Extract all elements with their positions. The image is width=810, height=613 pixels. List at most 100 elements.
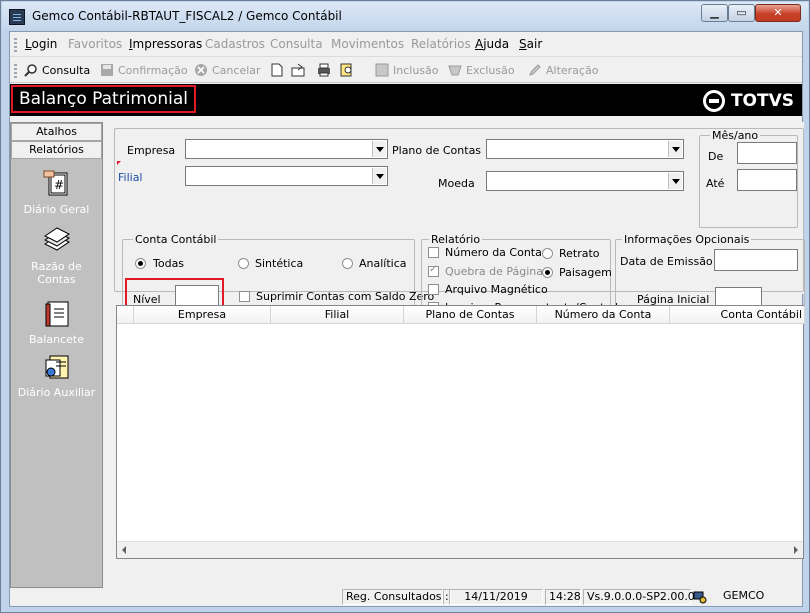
svg-text:#: #: [54, 178, 64, 192]
arquivo-magnetico-label: Arquivo Magnético: [445, 283, 548, 296]
filial-label: Filial: [118, 171, 143, 184]
chevron-down-icon[interactable]: [372, 141, 386, 157]
print-preview-button[interactable]: [340, 63, 358, 77]
scroll-right-icon[interactable]: [794, 546, 798, 554]
title-bar[interactable]: Gemco Contábil-RBTAUT_FISCAL2 / Gemco Co…: [2, 2, 808, 30]
alteracao-button[interactable]: Alteração: [528, 63, 598, 77]
inclusao-label: Inclusão: [393, 63, 439, 77]
add-record-icon: [375, 63, 389, 77]
toolbar-grip[interactable]: [14, 62, 17, 78]
delete-record-icon: [448, 63, 462, 77]
menu-impressoras[interactable]: Impressoras: [129, 37, 202, 51]
column-filial[interactable]: Filial: [271, 306, 404, 324]
inclusao-button[interactable]: Inclusão: [375, 63, 439, 77]
column-numero-conta[interactable]: Número da Conta: [537, 306, 670, 324]
sintetica-radio[interactable]: [238, 258, 249, 269]
sidebar-item-diario-auxiliar[interactable]: Diário Auxiliar: [11, 352, 102, 399]
relatorio-title: Relatório: [429, 233, 483, 246]
confirmacao-button[interactable]: Confirmação: [100, 63, 188, 77]
cancelar-button[interactable]: Cancelar: [194, 63, 261, 77]
mes-ano-ate-input[interactable]: [737, 169, 797, 191]
column-conta-contabil[interactable]: Conta Contábil: [670, 306, 805, 324]
empresa-label: Empresa: [127, 144, 176, 157]
chevron-down-icon[interactable]: [372, 168, 386, 184]
diario-geral-icon: #: [42, 169, 72, 199]
nivel-input[interactable]: [175, 285, 219, 307]
reg-consultados-label: Reg. Consultados :: [342, 589, 449, 605]
menu-login[interactable]: Login: [25, 37, 57, 51]
exclusao-button[interactable]: Exclusão: [448, 63, 515, 77]
mes-ano-de-input[interactable]: [737, 142, 797, 164]
print-preview-icon: [340, 63, 354, 77]
quebra-pagina-checkbox[interactable]: [428, 264, 439, 277]
new-document-icon: [270, 63, 284, 77]
razao-contas-icon: [42, 226, 72, 256]
status-bar: Reg. Consultados : 14/11/2019 14:28 Vs.9…: [10, 588, 802, 606]
menu-sair[interactable]: Sair: [519, 37, 542, 51]
quebra-pagina-label: Quebra de Página: [445, 265, 544, 278]
plano-contas-label: Plano de Contas: [392, 144, 482, 157]
sidebar-tab-relatorios[interactable]: Relatórios: [11, 141, 102, 159]
totvs-logo-icon: [702, 90, 725, 112]
menu-favoritos[interactable]: Favoritos: [68, 37, 122, 51]
export-button[interactable]: [291, 63, 309, 77]
numero-conta-checkbox[interactable]: [428, 247, 439, 258]
chevron-down-icon[interactable]: [668, 173, 682, 189]
status-system: GEMCO: [723, 589, 765, 602]
menu-ajuda[interactable]: Ajuda: [475, 37, 509, 51]
table-row-header[interactable]: [117, 306, 134, 324]
consulta-button[interactable]: Consulta: [24, 63, 90, 77]
empresa-select[interactable]: [185, 139, 388, 159]
filial-select[interactable]: [185, 166, 388, 186]
scroll-left-icon[interactable]: [122, 546, 126, 554]
ate-label: Até: [706, 177, 725, 190]
suprimir-checkbox[interactable]: [239, 291, 250, 302]
menu-bar: Login Favoritos Impressoras Cadastros Co…: [10, 32, 802, 57]
moeda-select[interactable]: [486, 171, 684, 191]
search-icon: [24, 63, 38, 77]
page-header: Balanço Patrimonial TOTVS: [10, 84, 802, 116]
minimize-button[interactable]: ▁: [701, 4, 728, 22]
sidebar-item-label: Balancete: [29, 333, 84, 346]
menu-movimentos[interactable]: Movimentos: [331, 37, 404, 51]
diario-auxiliar-icon: [42, 352, 72, 382]
column-empresa[interactable]: Empresa: [134, 306, 271, 324]
close-button[interactable]: ✕: [755, 4, 801, 22]
horizontal-scrollbar[interactable]: [117, 541, 803, 558]
edit-record-icon: [528, 63, 542, 77]
sidebar-item-razao-contas[interactable]: Razão de Contas: [11, 226, 102, 286]
cancelar-label: Cancelar: [212, 63, 261, 77]
sidebar-item-balancete[interactable]: Balancete: [11, 299, 102, 346]
alteracao-label: Alteração: [546, 63, 599, 77]
analitica-radio[interactable]: [342, 258, 353, 269]
plano-contas-select[interactable]: [486, 139, 684, 159]
totvs-logo-text: TOTVS: [730, 91, 794, 111]
results-table[interactable]: Empresa Filial Plano de Contas Número da…: [116, 305, 805, 559]
chevron-down-icon[interactable]: [668, 141, 682, 157]
menu-relatorios[interactable]: Relatórios: [411, 37, 471, 51]
arquivo-magnetico-checkbox[interactable]: [428, 284, 439, 295]
filter-form: Empresa Filial Plano de Contas Moeda Mês…: [108, 122, 805, 318]
page-title: Balanço Patrimonial: [11, 85, 197, 113]
numero-conta-label: Número da Conta: [445, 246, 542, 259]
retrato-label: Retrato: [559, 247, 600, 260]
export-icon: [291, 63, 305, 77]
mes-ano-title: Mês/ano: [710, 129, 761, 142]
new-document-button[interactable]: [270, 63, 288, 77]
conta-contabil-title: Conta Contábil: [133, 233, 219, 246]
retrato-radio[interactable]: [542, 248, 553, 259]
suprimir-label: Suprimir Contas com Saldo Zero: [256, 290, 435, 303]
menu-cadastros[interactable]: Cadastros: [205, 37, 265, 51]
maximize-button[interactable]: ▭: [728, 4, 755, 22]
status-date: 14/11/2019: [449, 589, 543, 605]
sidebar-item-diario-geral[interactable]: # Diário Geral: [11, 169, 102, 216]
data-emissao-input[interactable]: [714, 249, 798, 271]
todas-radio[interactable]: [135, 258, 146, 269]
todas-label: Todas: [153, 257, 185, 270]
sidebar-tab-atalhos[interactable]: Atalhos: [11, 123, 102, 141]
menu-consulta[interactable]: Consulta: [270, 37, 323, 51]
column-plano-contas[interactable]: Plano de Contas: [404, 306, 537, 324]
menu-grip[interactable]: [14, 36, 17, 52]
paisagem-radio[interactable]: [542, 267, 553, 278]
print-button[interactable]: [317, 63, 335, 77]
